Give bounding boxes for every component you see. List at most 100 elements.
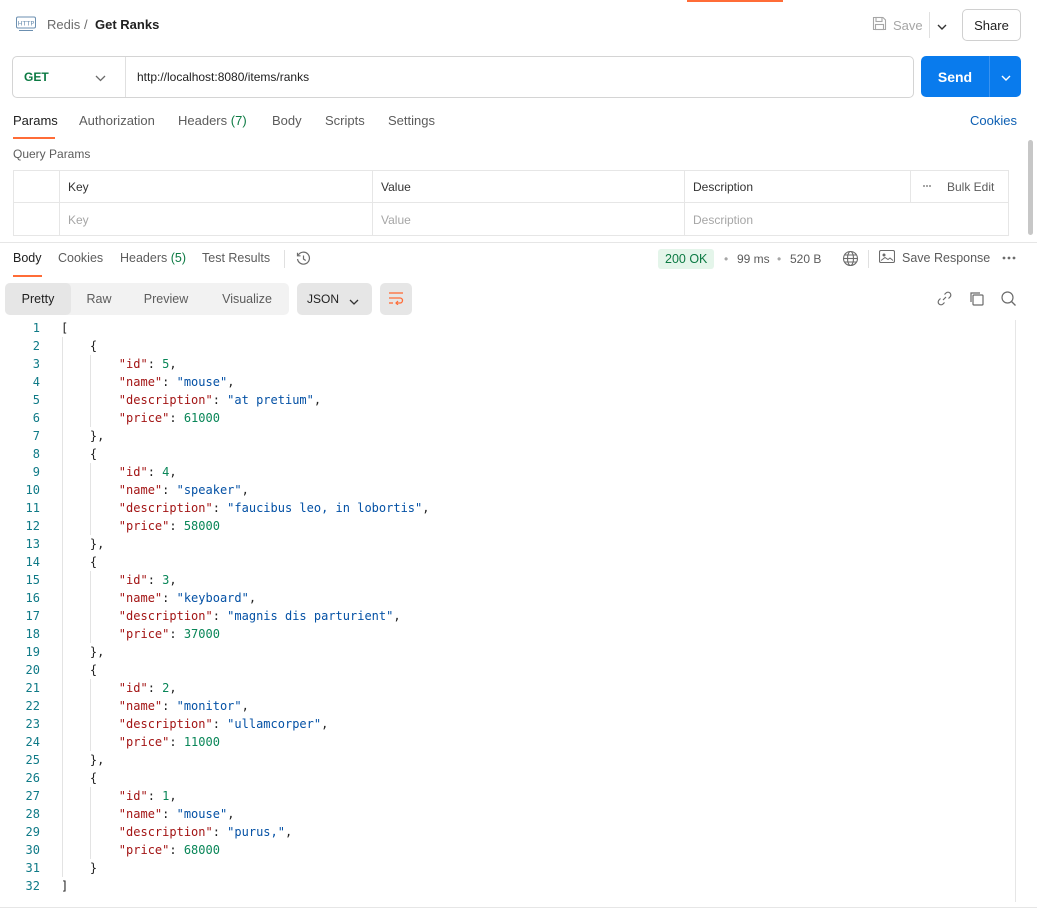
column-key: Key [68, 180, 89, 194]
tab-headers-label: Headers [178, 113, 228, 128]
response-tab-cookies[interactable]: Cookies [58, 251, 103, 265]
response-tab-test-results[interactable]: Test Results [202, 251, 270, 265]
tab-headers[interactable]: Headers (7) [178, 113, 247, 128]
editor-scrollbar-track[interactable] [1015, 320, 1016, 902]
share-button[interactable]: Share [962, 9, 1021, 41]
response-size[interactable]: 520 B [790, 252, 821, 266]
http-file-icon: HTTP [16, 16, 36, 32]
tab-settings[interactable]: Settings [388, 113, 435, 128]
tab-body[interactable]: Body [272, 113, 302, 128]
code-text: "name": "mouse", [118, 807, 235, 821]
code-text: "price": 61000 [118, 411, 220, 425]
response-tab-body[interactable]: Body [13, 251, 42, 265]
code-text: "name": "mouse", [118, 375, 235, 389]
tab-params[interactable]: Params [13, 113, 58, 128]
code-text: "price": 58000 [118, 519, 220, 533]
request-panel-scrollbar[interactable] [1028, 140, 1033, 235]
line-number: 24 [25, 735, 40, 749]
save-button[interactable]: Save [868, 10, 928, 40]
code-text: "description": "purus,", [118, 825, 293, 839]
code-text: "price": 37000 [118, 627, 220, 641]
indent-guide [90, 571, 91, 643]
code-text: "description": "ullamcorper", [118, 717, 329, 731]
cookies-link[interactable]: Cookies [970, 113, 1017, 128]
view-raw[interactable]: Raw [71, 283, 127, 315]
code-line: 15 "id": 3, [0, 571, 1016, 589]
line-number: 30 [25, 843, 40, 857]
response-tab-headers[interactable]: Headers (5) [120, 251, 186, 265]
globe-icon[interactable] [842, 250, 859, 270]
code-text: "id": 3, [118, 573, 177, 587]
request-tabs: Params Authorization Headers (7) Body Sc… [0, 104, 1037, 139]
chevron-down-icon [937, 18, 947, 33]
send-options-button[interactable] [989, 56, 1021, 97]
line-number: 4 [32, 375, 40, 389]
tab-scripts[interactable]: Scripts [325, 113, 365, 128]
copy-icon[interactable] [968, 290, 985, 310]
column-description: Description [693, 180, 754, 194]
url-input[interactable] [137, 67, 897, 87]
code-text: }, [61, 645, 105, 659]
view-preview[interactable]: Preview [127, 283, 205, 315]
code-text: "id": 5, [118, 357, 177, 371]
code-text: "price": 68000 [118, 843, 220, 857]
response-time[interactable]: 99 ms [737, 252, 770, 266]
link-icon[interactable] [936, 290, 953, 310]
save-options-button[interactable] [933, 12, 951, 38]
status-badge[interactable]: 200 OK [658, 249, 715, 269]
code-text: "price": 11000 [118, 735, 220, 749]
view-visualize[interactable]: Visualize [205, 283, 289, 315]
line-number: 11 [25, 501, 40, 515]
code-line: 6 "price": 61000 [0, 409, 1016, 427]
code-line: 10 "name": "speaker", [0, 481, 1016, 499]
description-input[interactable]: Description [685, 204, 1007, 236]
query-params-title: Query Params [13, 147, 91, 161]
more-horizontal-icon[interactable] [922, 179, 932, 196]
save-response-button[interactable]: Save Response [878, 249, 991, 266]
wrap-lines-button[interactable] [380, 283, 412, 315]
save-response-label: Save Response [902, 251, 991, 265]
line-number: 23 [25, 717, 40, 731]
view-pretty[interactable]: Pretty [5, 283, 71, 315]
code-line: 12 "price": 58000 [0, 517, 1016, 535]
tab-authorization[interactable]: Authorization [79, 113, 155, 128]
view-mode-selector: Pretty Raw Preview Visualize [5, 283, 289, 315]
response-body-editor[interactable]: 1[2 {3 "id": 5, 4 "name": "mouse", 5 "desc… [0, 319, 1016, 904]
meta-separator: • [777, 252, 782, 266]
breadcrumb-request-name[interactable]: Get Ranks [95, 17, 159, 32]
line-number: 12 [25, 519, 40, 533]
code-line: 1[ [0, 319, 1016, 337]
indent-guide [90, 463, 91, 535]
key-input[interactable]: Key [60, 204, 372, 236]
line-number: 32 [25, 879, 40, 893]
line-number: 7 [32, 429, 40, 443]
chevron-down-icon [95, 71, 106, 85]
value-input[interactable]: Value [373, 204, 685, 236]
search-icon[interactable] [1000, 290, 1017, 310]
code-line: 3 "id": 5, [0, 355, 1016, 373]
save-divider [929, 12, 930, 38]
history-icon[interactable] [295, 250, 312, 270]
floppy-disk-icon [872, 16, 887, 34]
code-line: 8 { [0, 445, 1016, 463]
code-line: 23 "description": "ullamcorper", [0, 715, 1016, 733]
line-number: 20 [25, 663, 40, 677]
code-line: 14 { [0, 553, 1016, 571]
breadcrumb-collection[interactable]: Redis [47, 17, 80, 32]
code-text: "id": 4, [118, 465, 177, 479]
active-tab-indicator [13, 137, 55, 139]
code-text: { [61, 663, 98, 677]
more-horizontal-icon[interactable] [1001, 250, 1017, 269]
code-line: 30 "price": 68000 [0, 841, 1016, 859]
code-line: 18 "price": 37000 [0, 625, 1016, 643]
line-number: 22 [25, 699, 40, 713]
send-button[interactable]: Send [921, 56, 989, 97]
line-number: 19 [25, 645, 40, 659]
pane-divider[interactable] [0, 242, 1037, 243]
code-text: "description": "at pretium", [118, 393, 322, 407]
format-select[interactable]: JSON [297, 283, 372, 315]
column-divider [59, 171, 60, 235]
bulk-edit-button[interactable]: Bulk Edit [947, 180, 994, 194]
method-select[interactable]: GET [13, 57, 125, 97]
line-number: 13 [25, 537, 40, 551]
